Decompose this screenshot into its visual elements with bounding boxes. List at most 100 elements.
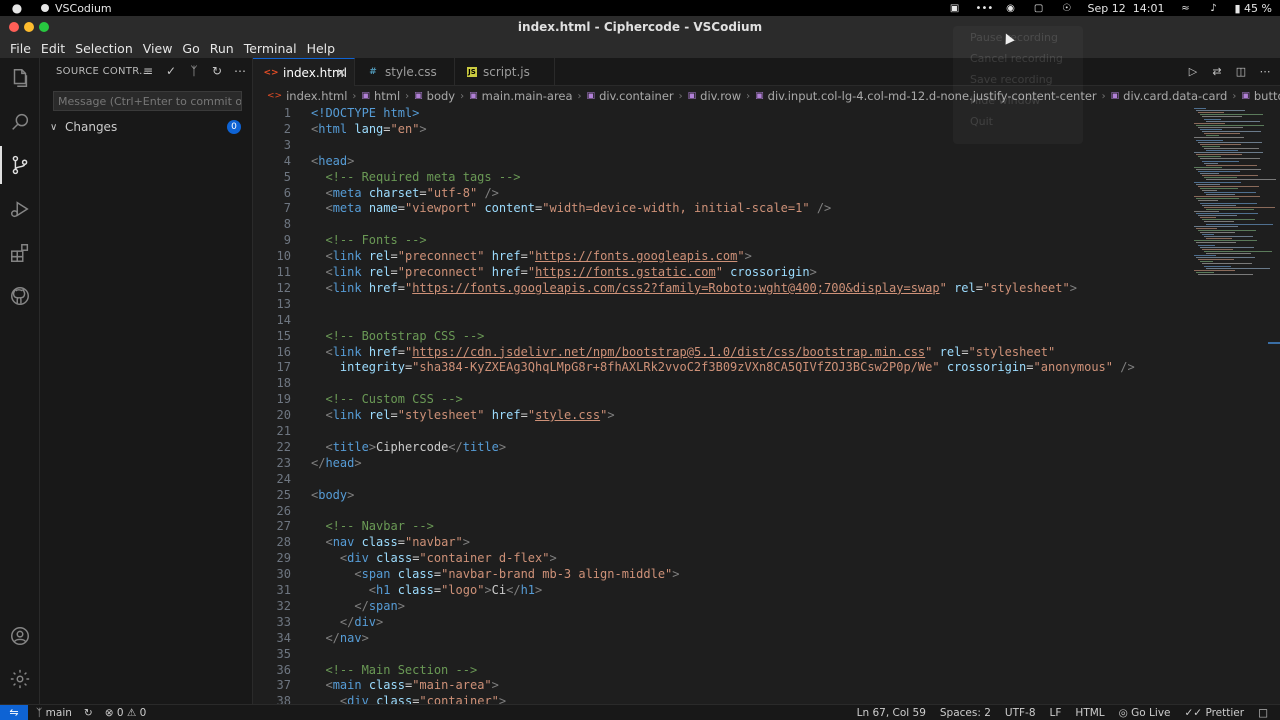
os-app-name[interactable]: VSCodium [55,2,112,15]
code-line[interactable]: 23 </head> [253,456,1193,472]
menu-go[interactable]: Go [177,41,204,56]
os-clock[interactable]: Sep 12 14:01 [1088,2,1165,15]
code-line[interactable]: 7 <meta name="viewport" content="width=d… [253,201,1193,217]
code-line[interactable]: 35 [253,647,1193,663]
code-line[interactable]: 16 <link href="https://cdn.jsdelivr.net/… [253,345,1193,361]
code-line[interactable]: 21 [253,424,1193,440]
code-line[interactable]: 22 <title>Ciphercode</title> [253,440,1193,456]
menu-selection[interactable]: Selection [70,41,138,56]
breadcrumb-item[interactable]: › ▣ html [347,89,400,103]
split-editor-icon[interactable]: ◫ [1234,65,1248,78]
changes-section-header[interactable]: ∨ Changes 0 [50,119,245,135]
code-line[interactable]: 20 <link rel="stylesheet" href="style.cs… [253,408,1193,424]
view-as-tree-icon[interactable]: ≡ [140,64,156,78]
code-line[interactable]: 38 <div class="container"> [253,694,1193,704]
code-line[interactable]: 25 <body> [253,488,1193,504]
scroll-position-marker[interactable] [1268,342,1280,344]
code-line[interactable]: 31 <h1 class="logo">Ci</h1> [253,583,1193,599]
code-line[interactable]: 11 <link rel="preconnect" href="https://… [253,265,1193,281]
more-icon[interactable]: ••• [976,3,994,14]
volume-icon[interactable]: ♪ [1206,3,1220,14]
refresh-icon[interactable]: ↻ [209,64,225,78]
more-actions-icon[interactable]: ⋯ [232,64,248,78]
code-line[interactable]: 30 <span class="navbar-brand mb-3 align-… [253,567,1193,583]
code-line[interactable]: 34 </nav> [253,631,1193,647]
more-actions-icon[interactable]: ⋯ [1258,65,1272,78]
breadcrumb-item[interactable]: › ▣ div.container [573,89,674,103]
explorer-icon[interactable] [8,66,32,90]
breadcrumb-item[interactable]: › ▣ main.main-area [455,89,572,103]
wifi-icon[interactable]: ≈ [1178,3,1192,14]
code-line[interactable]: 17 integrity = "sha384-KyZXEAg3QhqLMpG8r+8… [253,360,1193,376]
code-line[interactable]: 28 <nav class="navbar"> [253,535,1193,551]
close-tab-icon[interactable]: ✕ [336,66,346,80]
sync-icon[interactable]: ↻ [84,707,93,719]
menu-terminal[interactable]: Terminal [239,41,302,56]
prettier-status[interactable]: ✓✓ Prettier [1185,707,1245,719]
source-control-icon[interactable] [8,153,32,177]
code-line[interactable]: 15 <!-- Bootstrap CSS --> [253,329,1193,345]
branch-icon[interactable]: ᛉ [186,64,202,78]
tab-script-js[interactable]: JS script.js [455,58,555,86]
code-editor[interactable]: 38 <div class="container"> 37 <main class… [253,106,1280,704]
accessibility-icon[interactable]: ☉ [1060,3,1074,14]
menu-edit[interactable]: Edit [36,41,70,56]
breadcrumb-item[interactable]: <> index.html [267,89,347,103]
run-icon[interactable]: ▷ [1186,65,1200,78]
end-of-line[interactable]: LF [1050,707,1062,719]
code-line[interactable]: 6 <meta charset="utf-8" /> [253,186,1193,202]
menu-help[interactable]: Help [302,41,341,56]
code-line[interactable]: 24 [253,472,1193,488]
problems-status[interactable]: ⊗ 0 ⚠ 0 [105,707,147,719]
go-live-button[interactable]: ◎ Go Live [1119,707,1171,719]
breadcrumb-item[interactable]: › ▣button.btn.btn-md.d-non [1227,89,1280,103]
account-icon[interactable] [8,624,32,648]
indentation[interactable]: Spaces: 2 [940,707,991,719]
code-line[interactable]: 27 <!-- Navbar --> [253,519,1193,535]
cursor-position[interactable]: Ln 67, Col 59 [857,707,926,719]
tab-style-css[interactable]: # style.css [355,58,455,86]
code-line[interactable]: 33 </div> [253,615,1193,631]
menu-file[interactable]: File [5,41,36,56]
code-line[interactable]: 8 [253,217,1193,233]
remote-indicator-icon[interactable]: ⇋ [0,705,28,720]
commit-message-input[interactable] [53,91,242,111]
run-debug-icon[interactable] [8,197,32,221]
clipboard-icon[interactable]: ▢ [1032,3,1046,14]
code-line[interactable]: 36 <!-- Main Section --> [253,663,1193,679]
code-line[interactable]: 32 </span> [253,599,1193,615]
menu-run[interactable]: Run [205,41,239,56]
code-line[interactable]: 5 <!-- Required meta tags --> [253,170,1193,186]
menu-view[interactable]: View [138,41,178,56]
code-line[interactable]: 13 [253,297,1193,313]
extensions-icon[interactable] [8,241,32,265]
code-line[interactable]: 4 <head> [253,154,1193,170]
breadcrumb-item[interactable]: › ▣ div.card.data-card [1097,89,1228,103]
code-line[interactable]: 29 <div class="container d-flex"> [253,551,1193,567]
breadcrumb-item[interactable]: › ▣ div.row [674,89,742,103]
tab-index-html[interactable]: <> index.html ✕ [253,58,355,86]
code-line[interactable]: 9 <!-- Fonts --> [253,233,1193,249]
breadcrumb-item[interactable]: › ▣ body [400,89,455,103]
notifications-bell-icon[interactable]: □ [1258,707,1268,719]
github-icon[interactable] [8,284,32,308]
code-line[interactable]: 19 <!-- Custom CSS --> [253,392,1193,408]
code-line[interactable]: 26 [253,504,1193,520]
branch-status[interactable]: ᛉ main [36,707,72,719]
code-line[interactable]: 12 <link href="https://fonts.googleapis.… [253,281,1193,297]
compare-changes-icon[interactable]: ⇄ [1210,65,1224,78]
language-mode[interactable]: HTML [1075,707,1104,719]
search-icon[interactable] [8,110,32,134]
network-status-icon[interactable]: ◉ [1004,3,1018,14]
minimap[interactable] [1190,106,1280,704]
code-line[interactable]: 10 <link rel="preconnect" href="https://… [253,249,1193,265]
file-encoding[interactable]: UTF-8 [1005,707,1036,719]
settings-gear-icon[interactable] [8,667,32,691]
screen-recorder-icon[interactable]: ▣ [948,3,962,14]
apple-logo-icon[interactable]: ● [9,1,25,15]
code-line[interactable]: 18 [253,376,1193,392]
battery-status[interactable]: ▮ 45 % [1234,2,1272,15]
commit-check-icon[interactable]: ✓ [163,64,179,78]
code-line[interactable]: 14 [253,313,1193,329]
code-line[interactable]: 37 <main class="main-area"> [253,678,1193,694]
